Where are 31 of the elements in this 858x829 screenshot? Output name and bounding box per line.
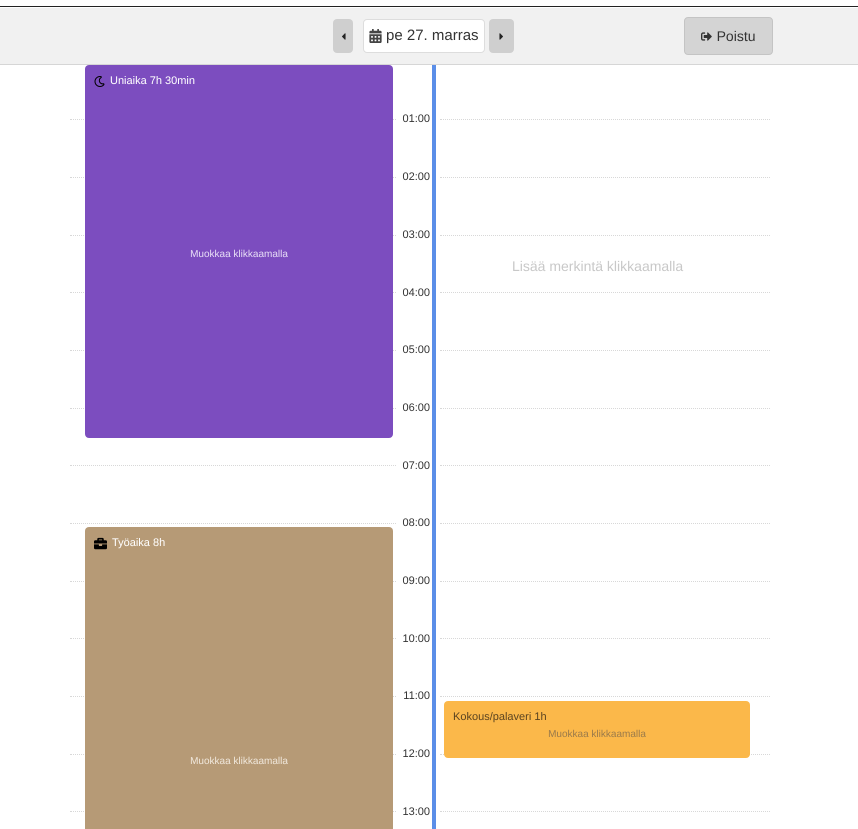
moon-icon xyxy=(94,76,105,87)
edit-hint: Muokkaa klikkaamalla xyxy=(190,754,288,769)
hour-label: 11:00 xyxy=(402,689,430,704)
next-day-button[interactable] xyxy=(488,19,514,53)
hour-label: 13:00 xyxy=(401,804,430,820)
hour-label: 07:00 xyxy=(401,458,430,474)
hour-label: 04:00 xyxy=(401,286,430,300)
event-title: Työaika 8h xyxy=(112,536,166,551)
hour-label: 05:00 xyxy=(401,343,430,358)
hour-label: 03:00 xyxy=(401,228,430,243)
logout-button[interactable]: Poistu xyxy=(684,17,773,55)
date-text: pe 27. marras xyxy=(386,26,479,46)
calendar-icon xyxy=(369,29,382,43)
hour-label: 01:00 xyxy=(401,112,430,128)
briefcase-icon xyxy=(94,536,107,550)
event-title: Kokous/palaveri 1h xyxy=(453,710,547,725)
hour-label: 12:00 xyxy=(401,747,430,762)
event-title: Uniaika 7h 30min xyxy=(110,74,195,89)
edit-hint: Muokkaa klikkaamalla xyxy=(190,248,288,262)
date-picker[interactable]: pe 27. marras xyxy=(363,19,485,53)
meeting-event[interactable]: Kokous/palaveri 1h Muokkaa klikkaamalla xyxy=(444,701,750,758)
hour-label: 10:00 xyxy=(401,632,430,647)
sign-out-icon xyxy=(700,30,712,42)
hour-label: 08:00 xyxy=(401,516,430,532)
edit-hint: Muokkaa klikkaamalla xyxy=(548,728,646,742)
previous-day-button[interactable] xyxy=(333,19,353,53)
hour-label: 06:00 xyxy=(401,400,430,416)
hour-label: 09:00 xyxy=(401,574,430,589)
caret-right-icon xyxy=(496,30,506,42)
sleep-event[interactable]: Uniaika 7h 30min Muokkaa klikkaamalla xyxy=(85,65,393,438)
hour-label: 02:00 xyxy=(401,170,430,186)
